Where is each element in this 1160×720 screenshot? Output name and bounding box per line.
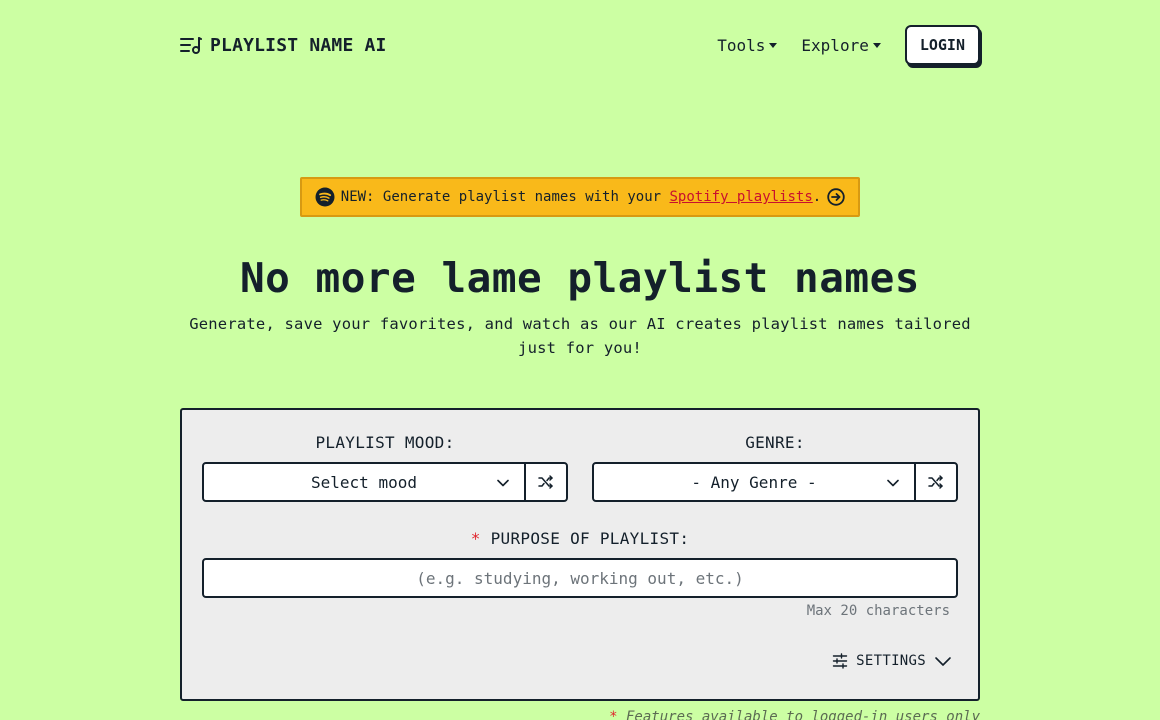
brand-name: PLAYLIST NAME AI [210,34,387,56]
chevron-down-icon [887,479,899,487]
footnote-text: Features available to logged-in users on… [617,709,980,720]
shuffle-icon [538,475,553,489]
spotify-icon [315,187,335,207]
hero-subtitle: Generate, save your favorites, and watch… [189,315,971,357]
purpose-input[interactable] [202,558,958,598]
genre-shuffle-button[interactable] [916,464,956,500]
hero-title: No more lame playlist names [240,254,920,302]
banner-suffix: . [812,189,822,205]
genre-select-value: - Any Genre - [691,472,817,492]
chevron-down-icon [497,479,509,487]
mood-select-value: Select mood [311,472,417,492]
sliders-icon [832,653,848,669]
banner-text: NEW: Generate playlist names with your S… [341,189,821,205]
purpose-label-text: PURPOSE OF PLAYLIST: [480,529,690,548]
genre-label: GENRE: [745,433,805,452]
login-button[interactable]: LOGIN [904,25,980,65]
mood-label: PLAYLIST MOOD: [315,433,455,452]
nav-tools-label: Tools [717,35,766,55]
footnote-star: * [609,709,618,720]
banner-prefix: NEW: Generate playlist names with your [340,189,670,205]
logged-in-footnote: * Features available to logged-in users … [609,709,980,720]
main-nav: Tools Explore LOGIN [717,25,980,65]
nav-explore-dropdown[interactable]: Explore [801,35,881,55]
header: PLAYLIST NAME AI Tools Explore LOGIN [180,24,980,66]
settings-toggle[interactable]: SETTINGS [832,653,952,669]
announcement-banner: NEW: Generate playlist names with your S… [300,177,860,217]
playlist-icon [180,36,202,54]
mood-shuffle-button[interactable] [526,464,566,500]
page: PLAYLIST NAME AI Tools Explore LOGIN NEW… [0,0,1160,720]
shuffle-icon [928,475,943,489]
nav-explore-label: Explore [801,35,869,55]
genre-select[interactable]: - Any Genre - [594,464,916,500]
brand[interactable]: PLAYLIST NAME AI [180,35,387,56]
settings-label: SETTINGS [856,653,926,669]
mood-select[interactable]: Select mood [204,464,526,500]
purpose-label: * PURPOSE OF PLAYLIST: [202,529,958,548]
mood-select-group: Select mood [202,462,568,502]
arrow-right-circle-icon[interactable] [827,188,845,206]
generator-form: PLAYLIST MOOD: Select mood GENRE: - Any … [180,408,980,701]
nav-tools-dropdown[interactable]: Tools [717,35,778,55]
caret-down-icon [769,43,778,48]
spotify-playlists-link[interactable]: Spotify playlists [670,189,813,205]
required-star: * [470,529,481,548]
genre-select-group: - Any Genre - [592,462,958,502]
caret-down-icon [872,43,881,48]
max-characters-hint: Max 20 characters [806,603,950,619]
chevron-down-icon [935,657,951,666]
